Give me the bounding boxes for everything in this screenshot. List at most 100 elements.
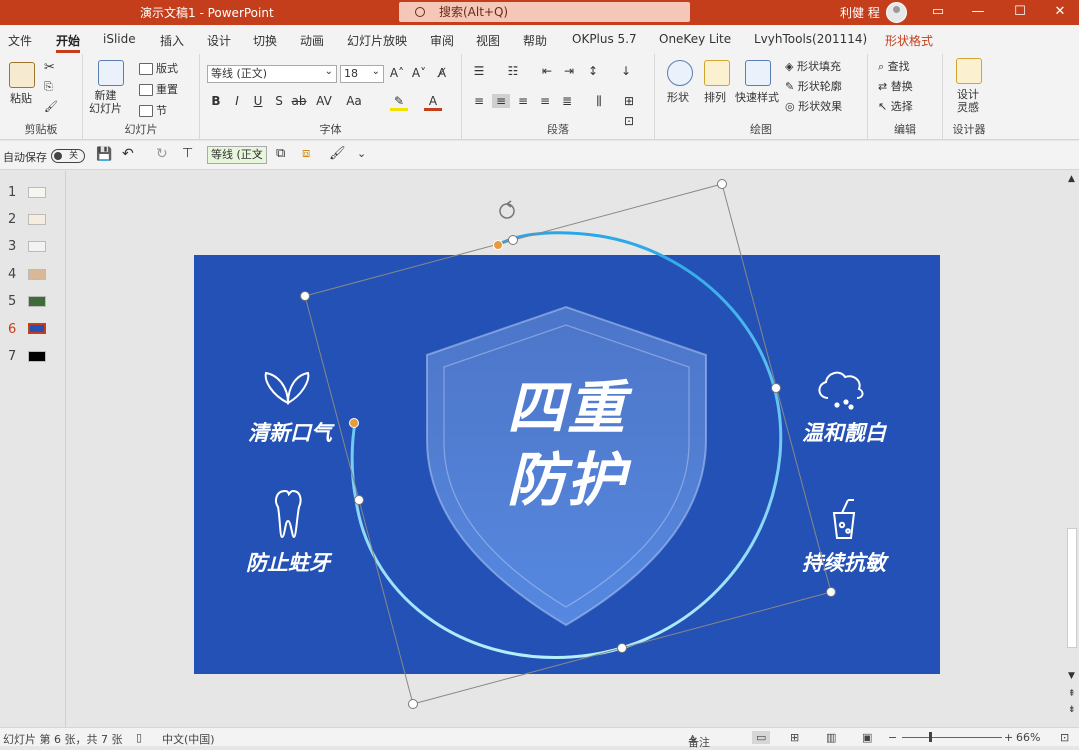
format-painter-icon[interactable]: 🖌: [44, 100, 58, 113]
zoom-level[interactable]: 66%: [1016, 731, 1040, 744]
tab-onekey[interactable]: OneKey Lite: [659, 32, 731, 46]
underline-icon[interactable]: U: [249, 94, 267, 108]
slide-sorter-icon[interactable]: ⊞: [790, 731, 799, 744]
normal-view-icon[interactable]: ▭: [752, 731, 771, 744]
bold-icon[interactable]: B: [207, 94, 225, 108]
shadow-icon[interactable]: S: [270, 94, 288, 108]
spacing-icon[interactable]: AV: [315, 94, 333, 108]
tab-slideshow[interactable]: 幻灯片放映: [347, 32, 407, 49]
cut-icon[interactable]: ✂: [44, 60, 55, 75]
ribbon-display-icon[interactable]: ▭: [918, 0, 958, 25]
language-indicator[interactable]: 中文(中国): [162, 731, 215, 747]
autosave-toggle[interactable]: 关: [51, 149, 85, 163]
tab-file[interactable]: 文件: [8, 32, 32, 49]
tab-review[interactable]: 审阅: [430, 32, 454, 49]
italic-icon[interactable]: I: [228, 94, 246, 108]
align-center-icon[interactable]: ≡: [492, 94, 510, 108]
columns-icon[interactable]: ⫼: [590, 94, 608, 109]
customize-qat-icon[interactable]: ⌄: [357, 147, 366, 160]
present-icon[interactable]: ⊤: [182, 146, 193, 161]
tab-transitions[interactable]: 切换: [253, 32, 277, 49]
undo-icon[interactable]: ↶: [122, 146, 134, 162]
redo-icon[interactable]: ↻: [156, 146, 168, 162]
reset-button[interactable]: 重置: [139, 81, 178, 97]
zoom-slider[interactable]: [902, 737, 1002, 738]
next-slide-icon[interactable]: ⇟: [1068, 705, 1076, 715]
tab-animations[interactable]: 动画: [300, 32, 324, 49]
slide-thumbnail-4[interactable]: [28, 269, 46, 280]
slide[interactable]: 四重 防护 清新口气 防止蛀牙 温和靓白 持续抗敏: [194, 255, 940, 674]
font-name-combo[interactable]: 等线 (正文): [207, 64, 337, 83]
slide-thumbnail-3[interactable]: [28, 241, 46, 252]
layout-button[interactable]: 版式: [139, 60, 178, 76]
bullets-icon[interactable]: ☰: [470, 64, 488, 78]
scroll-thumb[interactable]: [1067, 528, 1077, 648]
slide-thumbnail-7[interactable]: [28, 351, 46, 362]
user-name[interactable]: 利健 程: [840, 4, 880, 21]
group-objects-icon[interactable]: ⧉: [276, 146, 285, 161]
reading-view-icon[interactable]: ▥: [826, 731, 836, 744]
justify-icon[interactable]: ≡: [536, 94, 554, 108]
design-ideas-button[interactable]: 设计 灵感: [957, 88, 979, 114]
accessibility-icon[interactable]: ▯: [136, 731, 142, 744]
strikethrough-icon[interactable]: ab: [290, 94, 308, 108]
replace-button[interactable]: ⇄ 替换: [878, 78, 913, 94]
maximize-icon[interactable]: ☐: [1000, 0, 1040, 25]
tab-shape-format[interactable]: 形状格式: [885, 32, 933, 49]
copy-icon[interactable]: ⎘: [44, 80, 53, 94]
shape-fill-button[interactable]: ◈ 形状填充: [785, 58, 841, 74]
tab-insert[interactable]: 插入: [160, 32, 184, 49]
slide-thumbnail-5[interactable]: [28, 296, 46, 307]
search-box[interactable]: 搜索(Alt+Q): [399, 2, 690, 22]
tab-lvyhtools[interactable]: LvyhTools(201114): [754, 32, 867, 46]
highlight-icon[interactable]: ✎: [390, 94, 408, 111]
select-button[interactable]: ↖ 选择: [878, 98, 913, 114]
align-left-icon[interactable]: ≡: [470, 94, 488, 108]
clear-format-icon[interactable]: A̸: [433, 66, 451, 80]
tab-islide[interactable]: iSlide: [103, 32, 136, 46]
align-text-icon[interactable]: ⊞: [620, 94, 638, 108]
slideshow-icon[interactable]: ▣: [862, 731, 872, 744]
scroll-up-icon[interactable]: ▲: [1068, 174, 1075, 184]
zoom-in-icon[interactable]: +: [1004, 731, 1013, 744]
tab-view[interactable]: 视图: [476, 32, 500, 49]
decrease-indent-icon[interactable]: ⇤: [538, 64, 556, 78]
grow-font-icon[interactable]: A˄: [388, 66, 406, 80]
tab-home[interactable]: 开始: [56, 32, 81, 53]
slide-thumbnail-6[interactable]: [28, 323, 46, 334]
scroll-down-icon[interactable]: ▼: [1068, 671, 1075, 681]
tab-design[interactable]: 设计: [207, 32, 231, 49]
fit-slide-icon[interactable]: ⊡: [1060, 731, 1069, 744]
line-spacing-icon[interactable]: ↕: [584, 64, 602, 78]
zoom-slider-thumb[interactable]: [929, 732, 932, 742]
numbering-icon[interactable]: ☷: [504, 64, 522, 78]
change-case-icon[interactable]: Aa: [345, 94, 363, 108]
qat-font-combo[interactable]: 等线 (正文: [207, 145, 267, 164]
shrink-font-icon[interactable]: A˅: [410, 66, 428, 80]
shape-outline-button[interactable]: ✎ 形状轮廓: [785, 78, 842, 94]
tab-help[interactable]: 帮助: [523, 32, 547, 49]
slide-thumbnail-1[interactable]: [28, 187, 46, 198]
quick-styles-button[interactable]: 快速样式: [735, 89, 779, 105]
avatar[interactable]: [886, 2, 907, 23]
distributed-icon[interactable]: ≣: [558, 94, 576, 108]
section-button[interactable]: 节: [139, 102, 167, 118]
tab-okplus[interactable]: OKPlus 5.7: [572, 32, 637, 46]
close-icon[interactable]: ✕: [1040, 0, 1079, 25]
new-slide-button[interactable]: 新建 幻灯片: [89, 89, 122, 115]
format-painter-qat-icon[interactable]: 🖌: [329, 146, 346, 161]
vertical-scrollbar[interactable]: ▲ ▼ ⇞ ⇟: [1065, 171, 1079, 727]
paste-button[interactable]: 粘贴: [10, 90, 32, 106]
merge-shapes-icon[interactable]: ⧈: [302, 146, 310, 161]
zoom-out-icon[interactable]: −: [888, 731, 897, 744]
increase-indent-icon[interactable]: ⇥: [560, 64, 578, 78]
shapes-button[interactable]: 形状: [667, 89, 689, 105]
minimize-icon[interactable]: —: [958, 0, 998, 25]
shape-effect-button[interactable]: ◎ 形状效果: [785, 98, 842, 114]
text-direction-icon[interactable]: ↓: [617, 64, 635, 78]
align-right-icon[interactable]: ≡: [514, 94, 532, 108]
find-button[interactable]: ⌕ 查找: [878, 58, 910, 74]
save-icon[interactable]: 💾: [96, 147, 112, 162]
arrange-button[interactable]: 排列: [704, 89, 726, 105]
font-color-icon[interactable]: A: [424, 94, 442, 111]
